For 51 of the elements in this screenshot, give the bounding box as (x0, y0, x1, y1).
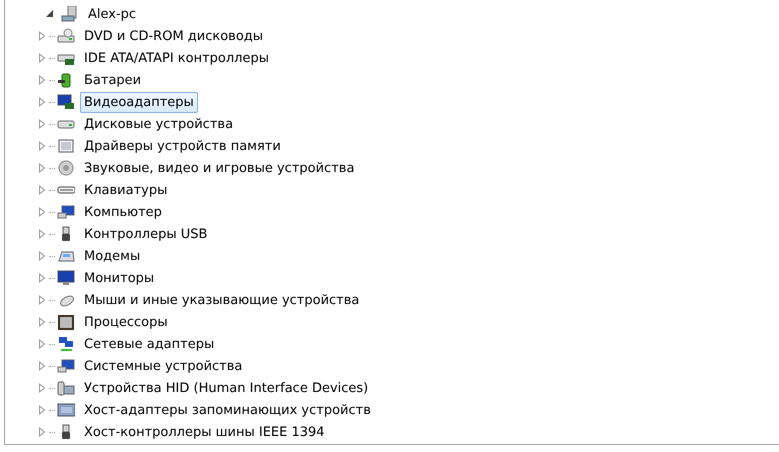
tree-item[interactable]: Системные устройства (80, 356, 246, 376)
expand-arrow-icon[interactable] (37, 427, 47, 437)
tree-item[interactable]: Дисковые устройства (80, 114, 238, 134)
tree-item[interactable]: Сетевые адаптеры (80, 334, 218, 354)
expand-arrow-icon[interactable] (37, 97, 47, 107)
computer-icon (57, 204, 75, 220)
expand-arrow-icon[interactable] (37, 229, 47, 239)
adapter-icon (57, 402, 75, 418)
tree-item[interactable]: Звуковые, видео и игровые устройства (80, 158, 358, 178)
chip-icon (57, 314, 75, 330)
expand-arrow-icon[interactable] (37, 163, 47, 173)
tree-item[interactable]: Мыши и иные указывающие устройства (80, 290, 364, 310)
expand-arrow-icon[interactable] (37, 53, 47, 63)
tree-item[interactable]: Alex-pc (84, 4, 140, 24)
expand-arrow-icon[interactable] (37, 207, 47, 217)
expand-arrow-icon[interactable] (37, 383, 47, 393)
tree-item[interactable]: Компьютер (80, 202, 166, 222)
expand-arrow-icon[interactable] (37, 31, 47, 41)
expand-arrow-icon[interactable] (37, 75, 47, 85)
expand-arrow-icon[interactable] (37, 317, 47, 327)
monitor-icon (57, 270, 75, 286)
expand-arrow-icon[interactable] (37, 295, 47, 305)
computer-icon (57, 358, 75, 374)
tree-item[interactable]: Устройства HID (Human Interface Devices) (80, 378, 372, 398)
collapse-arrow-icon[interactable] (45, 9, 55, 19)
tree-item[interactable]: Хост-контроллеры шины IEEE 1394 (80, 422, 329, 442)
expand-arrow-icon[interactable] (37, 273, 47, 283)
computer-icon (61, 6, 79, 22)
tree-item[interactable]: Батареи (80, 70, 146, 90)
tree-item[interactable]: Процессоры (80, 312, 172, 332)
expand-arrow-icon[interactable] (37, 251, 47, 261)
tree-item[interactable]: Драйверы устройств памяти (80, 136, 285, 156)
network-icon (57, 336, 75, 352)
memory-icon (57, 138, 75, 154)
expand-arrow-icon[interactable] (37, 361, 47, 371)
tree-item[interactable]: Хост-адаптеры запоминающих устройств (80, 400, 375, 420)
expand-arrow-icon[interactable] (37, 185, 47, 195)
expand-arrow-icon[interactable] (37, 119, 47, 129)
speaker-icon (57, 160, 75, 176)
tree-item[interactable]: Клавиатуры (80, 180, 172, 200)
tree-item[interactable]: IDE ATA/ATAPI контроллеры (80, 48, 274, 68)
tree-item[interactable]: Видеоадаптеры (80, 92, 198, 112)
tree-item[interactable]: Модемы (80, 246, 144, 266)
expand-arrow-icon[interactable] (37, 405, 47, 415)
expand-arrow-icon[interactable] (37, 141, 47, 151)
expand-arrow-icon[interactable] (37, 339, 47, 349)
drive-icon (57, 28, 75, 44)
tree-item[interactable]: Мониторы (80, 268, 158, 288)
monitor-icon (57, 94, 75, 110)
tree-item[interactable]: Контроллеры USB (80, 224, 212, 244)
tree-item[interactable]: DVD и CD-ROM дисководы (80, 26, 268, 46)
